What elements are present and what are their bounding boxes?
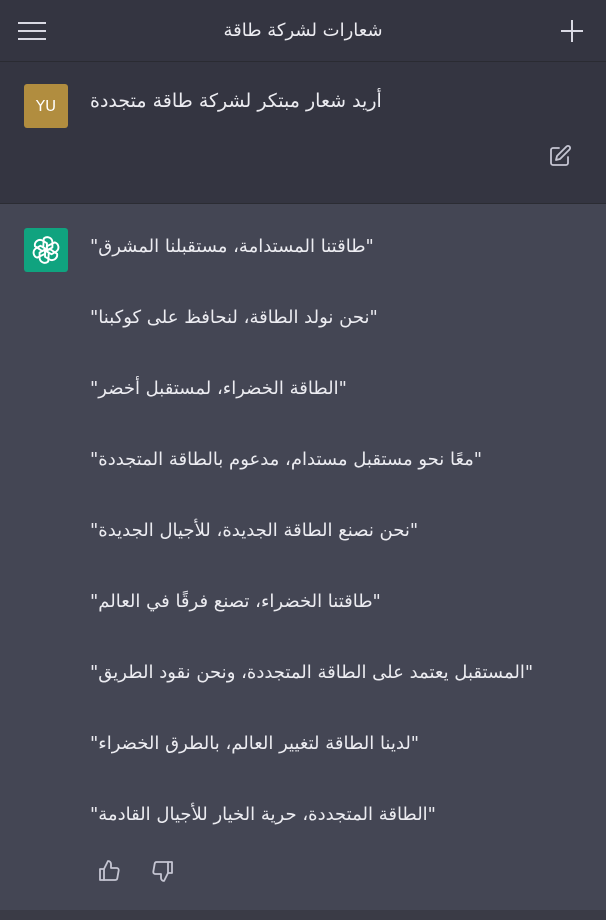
top-bar: شعارات لشركة طاقة	[0, 0, 606, 62]
user-avatar: YU	[24, 84, 68, 128]
hamburger-menu-icon	[18, 22, 46, 40]
slogan-text: "لدينا الطاقة لتغيير العالم، بالطرق الخض…	[90, 733, 420, 754]
plus-icon	[561, 20, 583, 42]
slogan-text: "الطاقة الخضراء، لمستقبل أخضر"	[90, 378, 347, 399]
slogan-item: "الطاقة الخضراء، لمستقبل أخضر"	[90, 376, 590, 447]
slogan-item: "المستقبل يعتمد على الطاقة المتجددة، ونح…	[90, 660, 590, 731]
slogan-item: "نحن نولد الطاقة، لنحافظ على كوكبنا"	[90, 305, 590, 376]
assistant-message: "طاقتنا المستدامة، مستقبلنا المشرق" "نحن…	[0, 204, 606, 920]
menu-button[interactable]	[16, 17, 48, 45]
thumbs-down-button[interactable]	[148, 856, 178, 886]
slogan-text: "المستقبل يعتمد على الطاقة المتجددة، ونح…	[90, 662, 534, 683]
slogan-text: "الطاقة المتجددة، حرية الخيار للأجيال ال…	[90, 804, 436, 825]
slogan-list: "طاقتنا المستدامة، مستقبلنا المشرق" "نحن…	[90, 234, 590, 873]
chat-title: شعارات لشركة طاقة	[223, 20, 383, 41]
slogan-text: "نحن نولد الطاقة، لنحافظ على كوكبنا"	[90, 307, 378, 328]
assistant-avatar	[24, 228, 68, 272]
thumbs-down-icon	[152, 861, 173, 882]
slogan-item: "طاقتنا الخضراء، تصنع فرقًا في العالم"	[90, 589, 590, 660]
slogan-text: "نحن نصنع الطاقة الجديدة، للأجيال الجديد…	[90, 520, 419, 541]
edit-message-button[interactable]	[546, 142, 574, 170]
thumbs-up-icon	[99, 860, 120, 881]
edit-icon	[550, 145, 571, 166]
thumbs-up-button[interactable]	[94, 856, 124, 886]
slogan-item: "لدينا الطاقة لتغيير العالم، بالطرق الخض…	[90, 731, 590, 802]
user-message-text: أريد شعار مبتكر لشركة طاقة متجددة	[90, 90, 382, 112]
slogan-text: "طاقتنا الخضراء، تصنع فرقًا في العالم"	[90, 591, 381, 612]
slogan-text: "طاقتنا المستدامة، مستقبلنا المشرق"	[90, 236, 374, 257]
openai-logo-icon	[32, 236, 60, 264]
chat-app: شعارات لشركة طاقة YU أريد شعار مبتكر لشر…	[0, 0, 606, 920]
slogan-item: "نحن نصنع الطاقة الجديدة، للأجيال الجديد…	[90, 518, 590, 589]
feedback-bar	[94, 856, 178, 886]
slogan-text: "معًا نحو مستقبل مستدام، مدعوم بالطاقة ا…	[90, 449, 483, 470]
bottom-edge	[0, 910, 606, 920]
slogan-item: "معًا نحو مستقبل مستدام، مدعوم بالطاقة ا…	[90, 447, 590, 518]
new-chat-button[interactable]	[556, 17, 588, 45]
user-message: YU أريد شعار مبتكر لشركة طاقة متجددة	[0, 62, 606, 204]
slogan-item: "طاقتنا المستدامة، مستقبلنا المشرق"	[90, 234, 590, 305]
